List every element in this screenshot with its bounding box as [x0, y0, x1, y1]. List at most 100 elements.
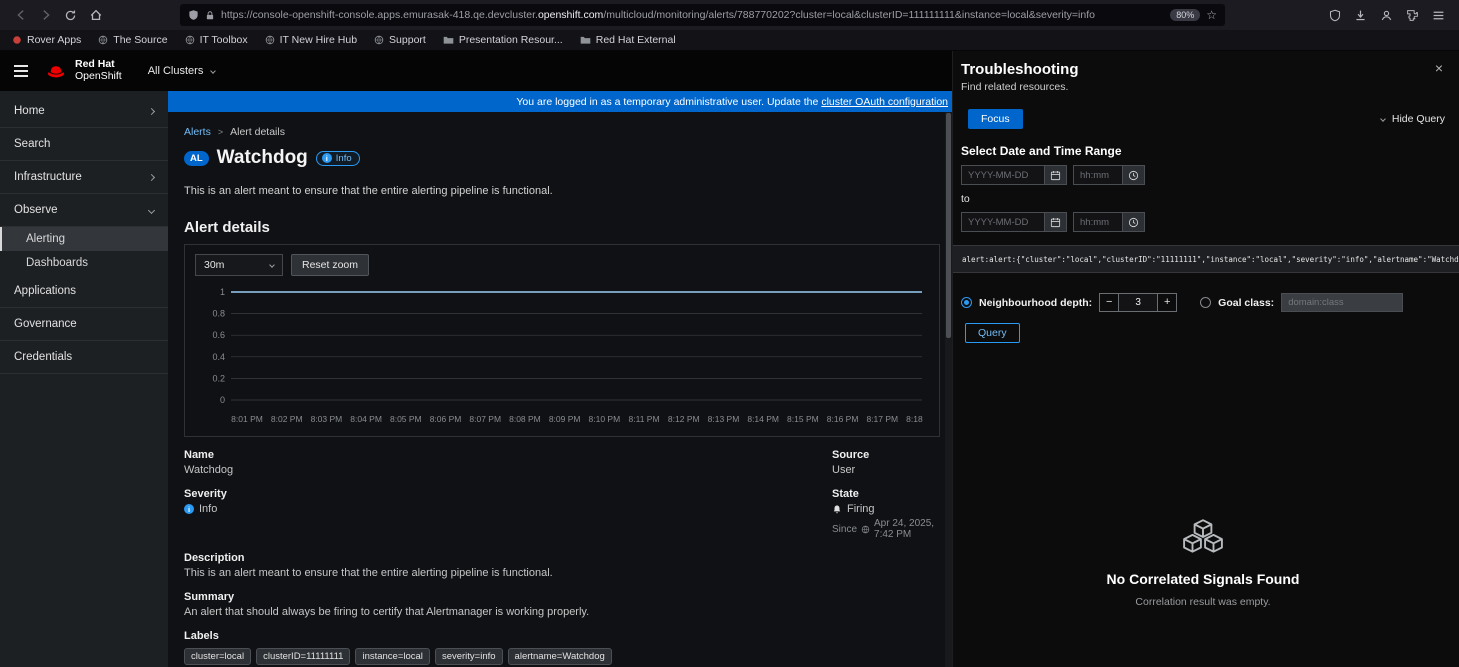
folder-icon	[580, 35, 591, 45]
sidebar-item-alerting[interactable]: Alerting	[0, 227, 168, 251]
sidebar-item-governance[interactable]: Governance	[0, 308, 168, 341]
sidebar-item-applications[interactable]: Applications	[0, 275, 168, 308]
svg-text:8:15 PM: 8:15 PM	[787, 414, 819, 424]
sidebar-item-infrastructure[interactable]: Infrastructure	[0, 161, 168, 194]
depth-decrement-button[interactable]: −	[1099, 293, 1119, 312]
extensions-icon[interactable]	[1406, 9, 1419, 22]
close-panel-icon[interactable]: ×	[1435, 61, 1443, 75]
sidebar-item-observe[interactable]: Observe	[0, 194, 168, 227]
reload-icon[interactable]	[58, 4, 83, 26]
breadcrumb: Alerts > Alert details	[184, 126, 940, 138]
console-region: Red Hat OpenShift All Clusters HomeSearc…	[0, 51, 952, 667]
time-range-select[interactable]: 30m	[195, 254, 283, 276]
page-title: Watchdog	[217, 147, 308, 169]
source-value: User	[832, 464, 940, 476]
cluster-selector[interactable]: All Clusters	[138, 51, 226, 91]
svg-text:8:17 PM: 8:17 PM	[866, 414, 898, 424]
bookmark-the-source[interactable]: The Source	[98, 34, 167, 46]
clock-icon[interactable]	[1123, 165, 1145, 185]
sidebar-item-credentials[interactable]: Credentials	[0, 341, 168, 374]
field-state: State Firing Since	[832, 488, 940, 540]
label-chip[interactable]: instance=local	[355, 648, 429, 665]
bookmark-presentation-resour-[interactable]: Presentation Resour...	[443, 34, 563, 46]
calendar-icon[interactable]	[1045, 212, 1067, 232]
from-date-input[interactable]	[961, 165, 1045, 185]
depth-increment-button[interactable]: +	[1157, 293, 1177, 312]
bookmark-rover-apps[interactable]: Rover Apps	[12, 34, 81, 46]
url-path: /multicloud/monitoring/alerts/788770202?…	[603, 9, 1095, 21]
label-chip[interactable]: severity=info	[435, 648, 503, 665]
bookmark-it-toolbox[interactable]: IT Toolbox	[185, 34, 248, 46]
nav-toggle-icon[interactable]	[14, 65, 28, 77]
scrollbar-thumb[interactable]	[946, 113, 951, 338]
url-bar[interactable]: https://console-openshift-console.apps.e…	[180, 4, 1225, 26]
clock-icon[interactable]	[1123, 212, 1145, 232]
main-scrollbar[interactable]	[945, 112, 952, 667]
account-icon[interactable]	[1380, 9, 1393, 22]
info-icon: i	[322, 153, 332, 163]
breadcrumb-alerts-link[interactable]: Alerts	[184, 126, 211, 138]
back-icon[interactable]	[8, 4, 33, 26]
field-labels: Labels cluster=localclusterID=11111111in…	[184, 630, 832, 665]
bookmark-it-new-hire-hub[interactable]: IT New Hire Hub	[265, 34, 357, 46]
empty-state-title: No Correlated Signals Found	[961, 571, 1445, 587]
sidebar-item-search[interactable]: Search	[0, 128, 168, 161]
from-time-input[interactable]	[1073, 165, 1123, 185]
forward-icon[interactable]	[33, 4, 58, 26]
info-icon: i	[184, 504, 194, 514]
bookmark-star-icon[interactable]: ☆	[1206, 9, 1217, 21]
neighbourhood-depth-radio[interactable]	[961, 297, 972, 308]
to-label: to	[961, 193, 1445, 205]
source-label: Source	[832, 449, 940, 461]
svg-text:8:04 PM: 8:04 PM	[350, 414, 382, 424]
query-string[interactable]: alert:alert:{"cluster":"local","clusterI…	[953, 245, 1459, 273]
svg-text:8:10 PM: 8:10 PM	[589, 414, 621, 424]
chevron-down-icon	[148, 206, 155, 213]
to-date-input[interactable]	[961, 212, 1045, 232]
field-name: Name Watchdog	[184, 449, 832, 476]
focus-button[interactable]: Focus	[968, 109, 1023, 129]
brand-openshift: OpenShift	[75, 71, 122, 83]
label-chip[interactable]: alertname=Watchdog	[508, 648, 612, 665]
alert-description: This is an alert meant to ensure that th…	[184, 185, 940, 197]
query-button[interactable]: Query	[965, 323, 1020, 343]
zoom-badge[interactable]: 80%	[1170, 9, 1200, 21]
goal-class-input[interactable]	[1281, 293, 1403, 312]
url-prefix: https://console-openshift-console.apps.e…	[221, 9, 538, 21]
masthead: Red Hat OpenShift All Clusters	[0, 51, 952, 91]
calendar-icon[interactable]	[1045, 165, 1067, 185]
svg-text:8:09 PM: 8:09 PM	[549, 414, 581, 424]
svg-text:8:02 PM: 8:02 PM	[271, 414, 303, 424]
url-domain: openshift.com	[538, 9, 603, 21]
description-value: This is an alert meant to ensure that th…	[184, 567, 832, 579]
label-chip[interactable]: cluster=local	[184, 648, 251, 665]
protections-shield-icon[interactable]	[1329, 9, 1341, 22]
chevron-right-icon	[148, 173, 155, 180]
redhat-openshift-logo: Red Hat OpenShift	[44, 59, 122, 82]
datetime-heading: Select Date and Time Range	[961, 144, 1445, 158]
alert-metric-chart[interactable]: 00.20.40.60.818:01 PM8:02 PM8:03 PM8:04 …	[195, 282, 924, 432]
reset-zoom-button[interactable]: Reset zoom	[291, 254, 369, 276]
hide-query-toggle[interactable]: Hide Query	[1381, 113, 1445, 125]
depth-value-input[interactable]	[1119, 293, 1157, 312]
tracking-shield-icon[interactable]	[188, 9, 199, 21]
svg-text:8:06 PM: 8:06 PM	[430, 414, 462, 424]
home-icon[interactable]	[83, 4, 108, 26]
bookmark-support[interactable]: Support	[374, 34, 426, 46]
bookmark-red-hat-external[interactable]: Red Hat External	[580, 34, 676, 46]
downloads-icon[interactable]	[1354, 9, 1367, 22]
bookmark-label: Support	[389, 34, 426, 46]
lock-icon[interactable]	[205, 10, 215, 21]
goal-class-radio[interactable]	[1200, 297, 1211, 308]
menu-icon[interactable]	[1432, 9, 1445, 22]
login-banner: You are logged in as a temporary adminis…	[168, 91, 952, 112]
svg-text:8:12 PM: 8:12 PM	[668, 414, 700, 424]
label-chip[interactable]: clusterID=11111111	[256, 648, 350, 665]
cluster-oauth-link[interactable]: cluster OAuth configuration	[821, 96, 948, 108]
rover-icon	[12, 35, 22, 45]
sidebar-item-home[interactable]: Home	[0, 95, 168, 128]
sidebar-item-dashboards[interactable]: Dashboards	[0, 251, 168, 275]
timezone-globe-icon[interactable]	[861, 525, 870, 534]
svg-text:8:13 PM: 8:13 PM	[708, 414, 740, 424]
to-time-input[interactable]	[1073, 212, 1123, 232]
